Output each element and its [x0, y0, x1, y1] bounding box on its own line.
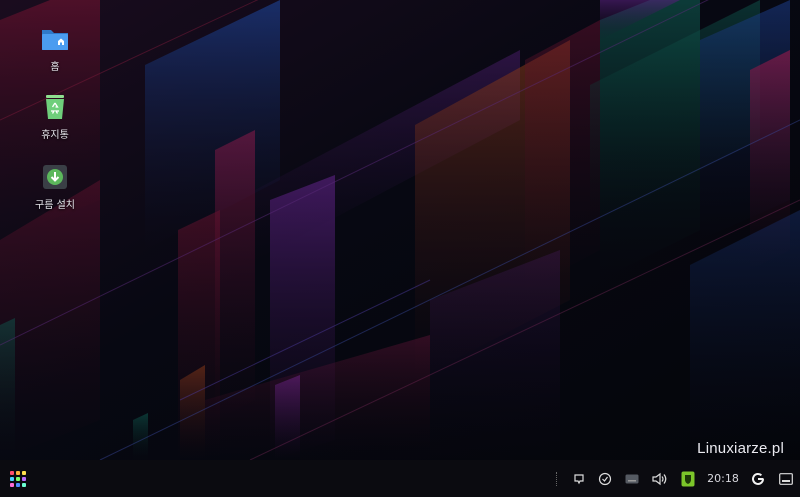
install-icon	[43, 165, 67, 189]
desktop-icon-trash[interactable]: 휴지통	[20, 92, 90, 141]
desktop-icon-home[interactable]: 홈	[20, 24, 90, 73]
desktop-icon-label: 홈	[50, 62, 60, 73]
clock-time: 20:18	[707, 472, 739, 485]
desktop-icon-label: 구름 설치	[35, 200, 75, 211]
google-icon[interactable]	[744, 460, 772, 497]
desktop-icon-install[interactable]: 구름 설치	[20, 162, 90, 211]
watermark: Linuxiarze.pl	[697, 440, 784, 457]
show-desktop-icon[interactable]	[772, 460, 800, 497]
taskbar: 20:18	[0, 460, 800, 497]
keyboard-icon[interactable]	[618, 460, 646, 497]
desktop-wallpaper	[0, 0, 800, 460]
trash-icon	[46, 95, 64, 119]
notification-icon[interactable]	[566, 460, 592, 497]
system-tray: 20:18	[556, 460, 800, 497]
desktop-icon-label: 휴지통	[41, 130, 69, 141]
home-folder-icon	[42, 30, 68, 50]
update-icon[interactable]	[592, 460, 618, 497]
tray-separator	[556, 471, 558, 486]
clock[interactable]: 20:18	[702, 460, 744, 497]
security-shield-icon[interactable]	[674, 460, 702, 497]
volume-icon[interactable]	[646, 460, 674, 497]
app-grid-icon[interactable]	[10, 471, 26, 487]
